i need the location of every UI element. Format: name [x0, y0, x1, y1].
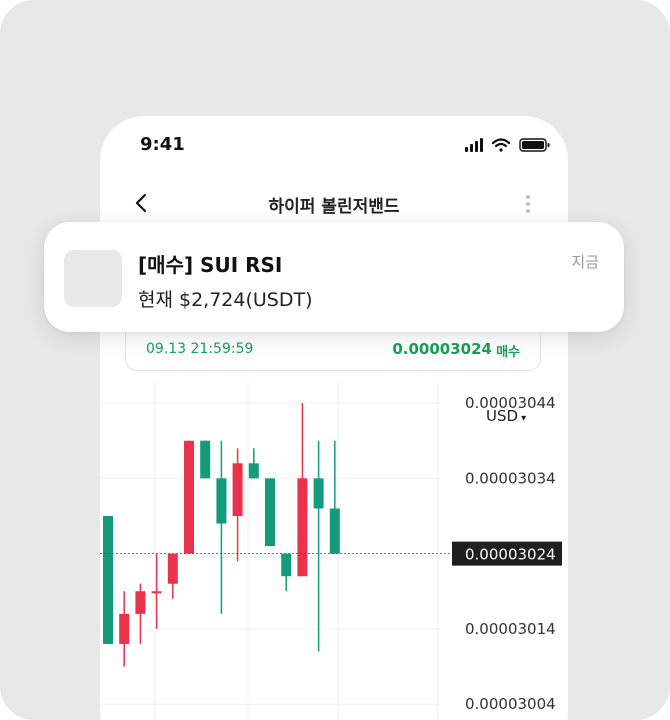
notification-body: 현재 $2,724(USDT) — [138, 289, 313, 311]
y-axis-tick-label: 0.00003004 — [465, 695, 556, 713]
candle-body — [184, 440, 194, 554]
signal-time: 09.13 21:59:59 — [146, 341, 254, 357]
app-thumbnail — [64, 250, 122, 307]
candlestick-chart[interactable]: 0.000030440.000030340.000030140.00003004… — [100, 382, 568, 720]
y-axis-tick-label: 0.00003034 — [465, 469, 556, 487]
push-notification[interactable]: [매수] SUI RSI 현재 $2,724(USDT) 지금 — [44, 222, 624, 332]
candle-body — [329, 508, 340, 554]
signal-side-badge: 매수 — [496, 345, 520, 360]
candle-body — [265, 478, 275, 547]
candle-body — [248, 463, 259, 479]
chevron-down-icon: ▾ — [521, 413, 527, 424]
candle-body — [216, 478, 227, 524]
status-icons — [465, 138, 550, 152]
candle-body — [297, 478, 308, 577]
y-axis-tick-label: 0.00003014 — [465, 620, 556, 638]
background: 9:41 하이퍼 볼린저밴드 09.13 21:59:59 0.00003024… — [0, 0, 670, 720]
currency-selector[interactable]: USD ▾ — [486, 407, 526, 425]
candle-body — [232, 463, 243, 516]
candle-body — [151, 591, 162, 594]
candle-body — [119, 613, 130, 644]
current-price-label: 0.00003024 — [465, 546, 556, 564]
candle-body — [200, 440, 211, 479]
notification-time: 지금 — [571, 253, 599, 271]
wifi-icon — [491, 138, 511, 152]
candle-body — [135, 591, 146, 614]
more-vertical-icon[interactable] — [520, 192, 536, 216]
status-time: 9:41 — [140, 134, 185, 155]
candle-body — [313, 478, 324, 509]
signal-price: 0.00003024 — [392, 340, 492, 358]
candle-body — [167, 553, 178, 584]
signal-row[interactable]: 09.13 21:59:59 0.00003024 매수 — [125, 328, 541, 371]
candle-body — [103, 515, 113, 644]
battery-icon — [519, 138, 550, 152]
cellular-signal-icon — [465, 138, 483, 152]
page-title: 하이퍼 볼린저밴드 — [268, 197, 400, 217]
candle-body — [281, 553, 292, 577]
currency-label: USD — [486, 407, 519, 425]
notification-title: [매수] SUI RSI — [138, 253, 283, 277]
